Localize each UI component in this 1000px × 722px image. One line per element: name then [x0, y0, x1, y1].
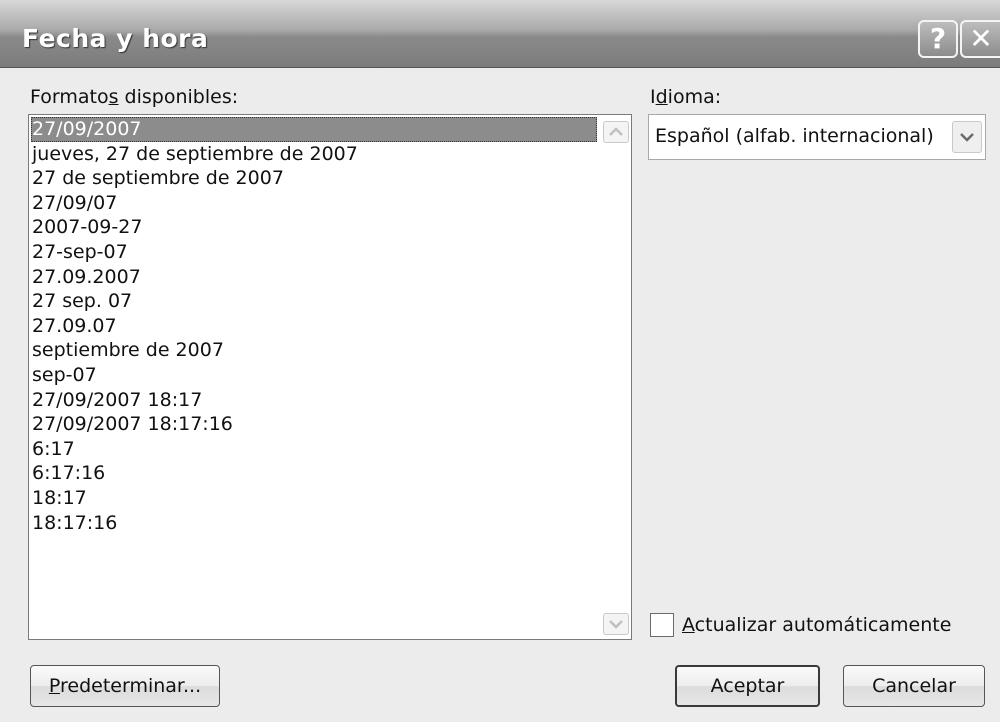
formats-listbox[interactable]: 27/09/2007 jueves, 27 de septiembre de 20…	[28, 114, 632, 640]
format-list-item[interactable]: 18:17	[31, 486, 597, 511]
formats-list: 27/09/2007 jueves, 27 de septiembre de 20…	[31, 117, 597, 535]
listbox-scrollbar[interactable]	[599, 115, 631, 639]
cancel-button[interactable]: Cancelar	[843, 665, 985, 707]
format-list-item[interactable]: sep-07	[31, 363, 597, 388]
format-list-item[interactable]: 27/09/07	[31, 191, 597, 216]
auto-update-label[interactable]: Actualizar automáticamente	[682, 614, 951, 636]
format-list-item[interactable]: 27 de septiembre de 2007	[31, 166, 597, 191]
language-label: Idioma:	[650, 86, 722, 108]
title-bar[interactable]: Fecha y hora ? ✕	[0, 0, 1000, 68]
language-select[interactable]: Español (alfab. internacional)	[648, 114, 986, 160]
close-icon[interactable]: ✕	[960, 20, 1000, 58]
chevron-up-icon[interactable]	[603, 121, 629, 143]
format-list-item[interactable]: septiembre de 2007	[31, 338, 597, 363]
format-list-item[interactable]: 27/09/2007	[31, 117, 597, 142]
set-default-button[interactable]: Predeterminar...	[30, 665, 220, 707]
dialog-title: Fecha y hora	[22, 24, 209, 53]
format-list-item[interactable]: 27/09/2007 18:17	[31, 388, 597, 413]
format-list-item[interactable]: 18:17:16	[31, 511, 597, 536]
format-list-item[interactable]: 6:17:16	[31, 461, 597, 486]
chevron-down-icon[interactable]	[603, 613, 629, 635]
format-list-item[interactable]: 27.09.07	[31, 314, 597, 339]
language-select-value: Español (alfab. internacional)	[655, 125, 934, 147]
format-list-item[interactable]: jueves, 27 de septiembre de 2007	[31, 142, 597, 167]
format-list-item[interactable]: 2007-09-27	[31, 215, 597, 240]
format-list-item[interactable]: 27 sep. 07	[31, 289, 597, 314]
format-list-item[interactable]: 27.09.2007	[31, 265, 597, 290]
ok-button[interactable]: Aceptar	[675, 665, 820, 707]
auto-update-checkbox[interactable]	[650, 613, 674, 637]
formats-label: Formatos disponibles:	[30, 86, 239, 108]
format-list-item[interactable]: 27/09/2007 18:17:16	[31, 412, 597, 437]
date-time-dialog: Fecha y hora ? ✕ Formatos disponibles: I…	[0, 0, 1000, 722]
help-icon[interactable]: ?	[918, 20, 958, 58]
format-list-item[interactable]: 27-sep-07	[31, 240, 597, 265]
format-list-item[interactable]: 6:17	[31, 437, 597, 462]
chevron-down-icon[interactable]	[952, 121, 982, 153]
